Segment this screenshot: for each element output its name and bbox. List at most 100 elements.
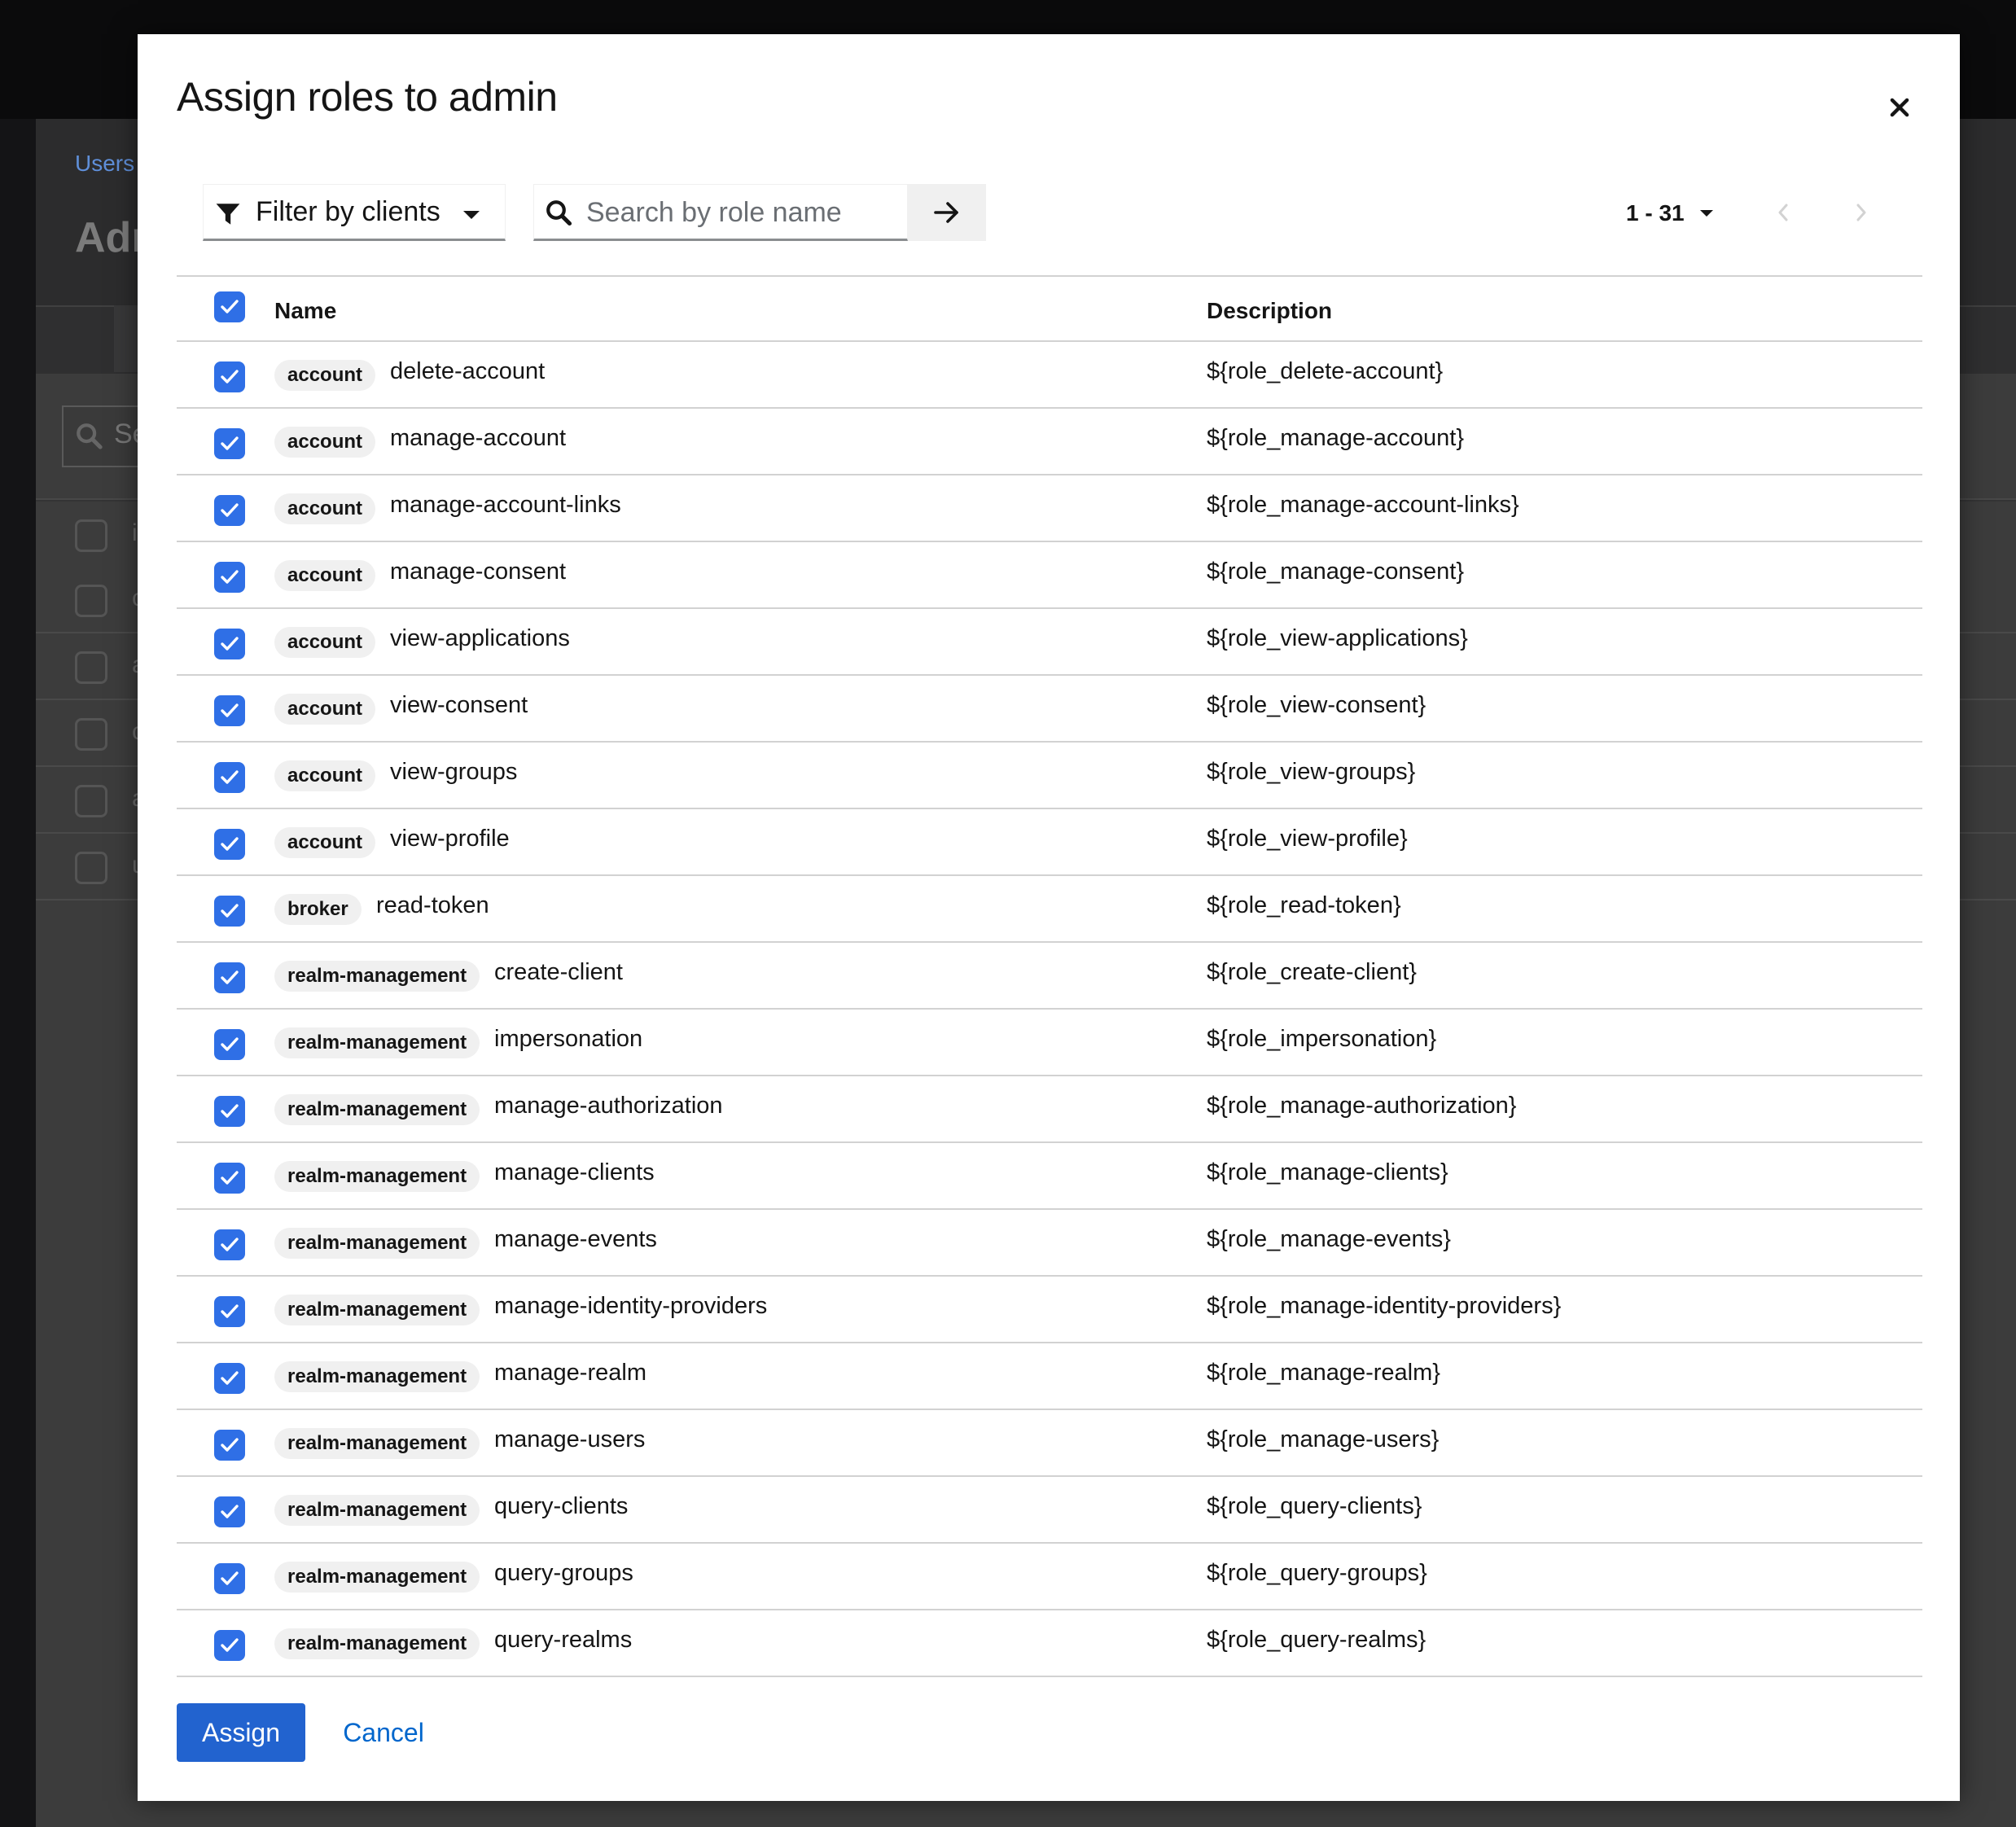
role-description: ${role_view-groups} [1207, 759, 1416, 785]
client-badge: realm-management [274, 1562, 480, 1593]
role-description: ${role_manage-account} [1207, 425, 1465, 451]
table-row[interactable]: account view-applications ${role_view-appl… [177, 609, 1922, 676]
previous-page-button[interactable] [1764, 194, 1802, 231]
sidebar [0, 119, 36, 1827]
table-row[interactable]: realm-management manage-authorization ${ro… [177, 1076, 1922, 1143]
table-row[interactable]: realm-management manage-events ${role_mana… [177, 1210, 1922, 1277]
role-name: manage-authorization [494, 1093, 723, 1119]
role-description: ${role_create-client} [1207, 959, 1417, 985]
client-badge: realm-management [274, 961, 480, 992]
role-name: view-consent [390, 692, 528, 718]
check-icon [221, 370, 239, 383]
table-row[interactable]: realm-management manage-clients ${role_man… [177, 1143, 1922, 1210]
row-checkbox[interactable] [214, 1296, 245, 1327]
background-row-checkbox [75, 519, 107, 552]
row-checkbox[interactable] [214, 1363, 245, 1394]
select-all-checkbox[interactable] [214, 291, 245, 322]
search-submit-button[interactable] [908, 184, 986, 241]
row-checkbox[interactable] [214, 361, 245, 392]
table-row[interactable]: account view-groups ${role_view-groups} [177, 743, 1922, 809]
client-badge: realm-management [274, 1161, 480, 1192]
assign-button[interactable]: Assign [177, 1703, 305, 1762]
client-badge: account [274, 560, 376, 591]
check-icon [221, 970, 239, 984]
role-description: ${role_manage-authorization} [1207, 1093, 1517, 1119]
row-checkbox[interactable] [214, 1096, 245, 1127]
pagination-toggle[interactable]: 1 - 31 [1626, 197, 1714, 230]
table-row[interactable]: account view-profile ${role_view-profile} [177, 809, 1922, 876]
row-checkbox[interactable] [214, 962, 245, 993]
row-checkbox[interactable] [214, 1430, 245, 1461]
filter-icon [215, 201, 241, 231]
client-badge: account [274, 427, 376, 458]
search-input[interactable] [585, 191, 897, 234]
table-row[interactable]: realm-management impersonation ${role_impe… [177, 1010, 1922, 1076]
row-checkbox[interactable] [214, 1029, 245, 1060]
role-description: ${role_view-profile} [1207, 826, 1408, 852]
arrow-right-icon [934, 202, 958, 223]
background-row-checkbox [75, 585, 107, 617]
row-checkbox[interactable] [214, 1229, 245, 1260]
role-name: create-client [494, 959, 623, 985]
check-icon [221, 300, 239, 313]
background-row-checkbox [75, 852, 107, 884]
role-name: manage-clients [494, 1159, 655, 1185]
table-row[interactable]: account view-consent ${role_view-consent} [177, 676, 1922, 743]
client-badge: realm-management [274, 1428, 480, 1459]
row-checkbox[interactable] [214, 629, 245, 659]
table-header: Name Description [177, 275, 1922, 342]
role-name: manage-identity-providers [494, 1293, 768, 1319]
client-badge: realm-management [274, 1228, 480, 1259]
row-checkbox[interactable] [214, 428, 245, 459]
table-row[interactable]: account manage-consent ${role_manage-conse… [177, 542, 1922, 609]
table-row[interactable]: realm-management query-groups ${role_query… [177, 1544, 1922, 1610]
row-checkbox[interactable] [214, 1163, 245, 1194]
check-icon [221, 1571, 239, 1585]
table-row[interactable]: broker read-token ${role_read-token} [177, 876, 1922, 943]
role-name: manage-users [494, 1426, 646, 1452]
role-description: ${role_manage-clients} [1207, 1159, 1448, 1185]
table-row[interactable]: account manage-account ${role_manage-accou… [177, 409, 1922, 475]
check-icon [221, 703, 239, 717]
search-by-role-name [533, 184, 908, 241]
cancel-button[interactable]: Cancel [327, 1703, 440, 1762]
client-badge: account [274, 627, 376, 658]
check-icon [221, 1371, 239, 1385]
row-checkbox[interactable] [214, 762, 245, 793]
row-checkbox[interactable] [214, 896, 245, 927]
check-icon [221, 1171, 239, 1185]
check-icon [221, 436, 239, 450]
table-row[interactable]: account delete-account ${role_delete-accou… [177, 342, 1922, 409]
client-badge: realm-management [274, 1295, 480, 1325]
role-name: view-profile [390, 826, 510, 852]
row-checkbox[interactable] [214, 562, 245, 593]
table-row[interactable]: realm-management query-clients ${role_quer… [177, 1477, 1922, 1544]
row-checkbox[interactable] [214, 695, 245, 726]
close-button[interactable] [1875, 83, 1924, 132]
background-row-checkbox [75, 718, 107, 751]
role-description: ${role_query-realms} [1207, 1627, 1427, 1653]
role-description: ${role_manage-events} [1207, 1226, 1451, 1252]
next-page-button[interactable] [1843, 194, 1880, 231]
angle-left-icon [1778, 204, 1788, 221]
row-checkbox[interactable] [214, 1496, 245, 1527]
check-icon [221, 1104, 239, 1118]
table-row[interactable]: realm-management manage-identity-provider… [177, 1277, 1922, 1343]
check-icon [221, 770, 239, 784]
row-checkbox[interactable] [214, 1630, 245, 1661]
client-badge: realm-management [274, 1094, 480, 1125]
role-description: ${role_manage-account-links} [1207, 492, 1519, 518]
role-description: ${role_impersonation} [1207, 1026, 1437, 1052]
assign-roles-modal: Assign roles to admin Filter by clients … [138, 34, 1960, 1801]
table-row[interactable]: realm-management create-client ${role_crea… [177, 943, 1922, 1010]
angle-right-icon [1856, 204, 1866, 221]
table-row[interactable]: account manage-account-links ${role_manage… [177, 475, 1922, 542]
table-row[interactable]: realm-management manage-users ${role_manag… [177, 1410, 1922, 1477]
table-row[interactable]: realm-management query-realms ${role_query… [177, 1610, 1922, 1677]
row-checkbox[interactable] [214, 1563, 245, 1594]
filter-by-clients-select[interactable]: Filter by clients [203, 184, 506, 241]
role-name: manage-consent [390, 559, 567, 585]
table-row[interactable]: realm-management manage-realm ${role_manag… [177, 1343, 1922, 1410]
row-checkbox[interactable] [214, 495, 245, 526]
row-checkbox[interactable] [214, 829, 245, 860]
